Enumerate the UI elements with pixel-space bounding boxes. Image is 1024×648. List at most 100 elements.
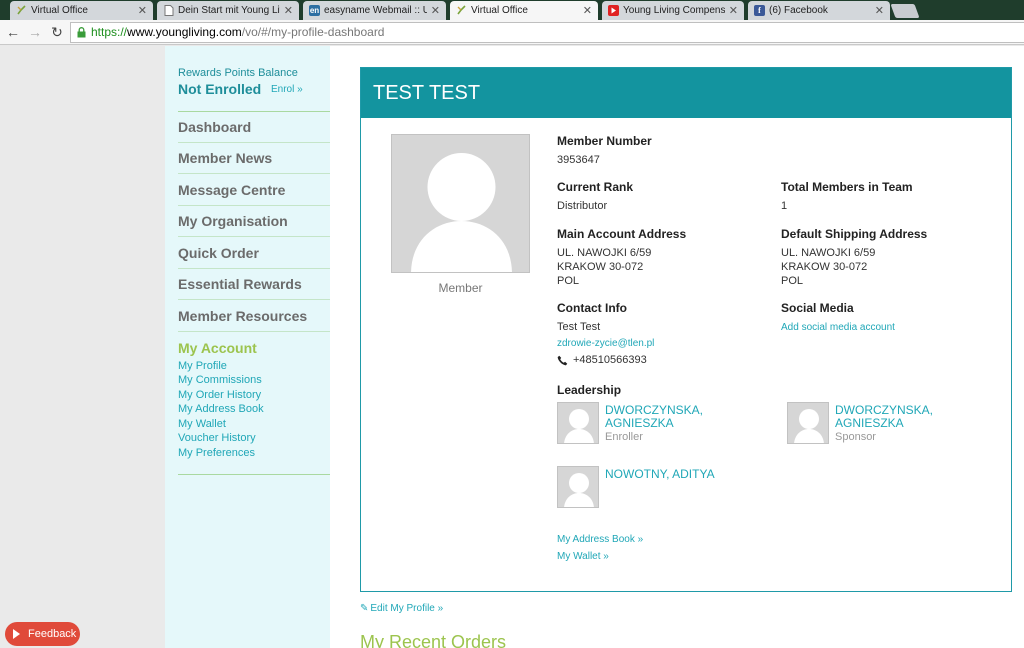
sidebar-item-member-news[interactable]: Member News: [178, 143, 330, 174]
leader-name[interactable]: AGNIESZKA: [605, 417, 674, 430]
feedback-button[interactable]: Feedback: [5, 622, 80, 646]
browser-tab[interactable]: en easyname Webmail :: Utw ✕: [303, 1, 446, 20]
contact-info-label: Contact Info: [557, 301, 627, 315]
sidebar-divider: [178, 474, 330, 475]
avatar-caption: Member: [438, 281, 483, 295]
contact-phone-number: +48510566393: [573, 354, 647, 366]
sidebar-sub-my-preferences[interactable]: My Preferences: [178, 447, 255, 459]
sidebar-sub-my-order-history[interactable]: My Order History: [178, 389, 261, 401]
sidebar-item-essential-rewards[interactable]: Essential Rewards: [178, 269, 330, 300]
main-address-line: POL: [557, 275, 580, 287]
leader-name[interactable]: AGNIESZKA: [835, 417, 904, 430]
easyname-icon: en: [309, 5, 320, 16]
phone-icon: [557, 355, 568, 365]
browser-tab[interactable]: Virtual Office ✕: [10, 1, 153, 20]
recent-orders-heading: My Recent Orders: [360, 632, 507, 648]
main-address-line: UL. NAWOJKI 6/59: [557, 247, 652, 259]
shipping-address-line: UL. NAWOJKI 6/59: [781, 247, 876, 259]
contact-name: Test Test: [557, 321, 601, 333]
browser-tab-bar: Virtual Office ✕ Dein Start mit Young Li…: [0, 0, 1024, 20]
close-icon[interactable]: ✕: [583, 4, 592, 17]
leader-name[interactable]: NOWOTNY, ADITYA: [605, 468, 715, 481]
back-arrow-icon[interactable]: ←: [5, 24, 21, 40]
my-wallet-link[interactable]: My Wallet »: [557, 551, 609, 562]
sidebar-sub-my-commissions[interactable]: My Commissions: [178, 374, 262, 386]
user-silhouette-icon: [564, 409, 594, 443]
sidebar-sub-my-wallet[interactable]: My Wallet: [178, 418, 226, 430]
sidebar-sub-my-address-book[interactable]: My Address Book: [178, 403, 264, 415]
browser-toolbar: ← → ↻ https://www.youngliving.com/vo/#/m…: [0, 20, 1024, 45]
shipping-address-line: KRAKOW 30-072: [781, 261, 868, 273]
contact-phone: +48510566393: [557, 354, 647, 366]
member-number-value: 3953647: [557, 154, 600, 166]
document-icon: [163, 5, 174, 16]
browser-tab[interactable]: Dein Start mit Young Living ✕: [157, 1, 299, 20]
browser-tab[interactable]: f (6) Facebook ✕: [748, 1, 890, 20]
reload-icon[interactable]: ↻: [49, 24, 65, 40]
shipping-address-label: Default Shipping Address: [781, 227, 928, 241]
social-media-label: Social Media: [781, 301, 854, 315]
contact-email-link[interactable]: zdrowie-zycie@tlen.pl: [557, 338, 654, 349]
feedback-label: Feedback: [28, 628, 77, 640]
url-protocol: https://: [91, 25, 128, 39]
tab-title: Young Living Compensation: [623, 5, 725, 16]
left-gutter: [0, 46, 165, 648]
leader-avatar[interactable]: [557, 402, 599, 444]
add-social-media-link[interactable]: Add social media account: [781, 322, 895, 333]
young-living-icon: [456, 5, 467, 16]
main-address-label: Main Account Address: [557, 227, 687, 241]
sidebar-item-quick-order[interactable]: Quick Order: [178, 238, 330, 269]
close-icon[interactable]: ✕: [284, 4, 293, 17]
edit-profile-label: Edit My Profile »: [370, 603, 444, 614]
rewards-status: Not Enrolled: [178, 81, 262, 97]
url-path: /vo/#/my-profile-dashboard: [241, 25, 385, 39]
close-icon[interactable]: ✕: [729, 4, 738, 17]
close-icon[interactable]: ✕: [875, 4, 884, 17]
member-number-label: Member Number: [557, 134, 652, 148]
address-bar[interactable]: https://www.youngliving.com/vo/#/my-prof…: [70, 22, 1024, 43]
young-living-icon: [16, 5, 27, 16]
page-content: Rewards Points Balance Not Enrolled Enro…: [0, 46, 1024, 648]
avatar: [391, 134, 530, 273]
profile-card: TEST TEST Member Member Number 3953647 C…: [360, 67, 1012, 592]
tab-title: Virtual Office: [471, 5, 528, 16]
close-icon[interactable]: ✕: [431, 4, 440, 17]
lock-icon: [77, 27, 86, 38]
close-icon[interactable]: ✕: [138, 4, 147, 17]
play-icon: [13, 629, 20, 639]
total-members-value: 1: [781, 200, 788, 212]
sidebar: Rewards Points Balance Not Enrolled Enro…: [165, 46, 330, 648]
main-address-line: KRAKOW 30-072: [557, 261, 644, 273]
edit-profile-link[interactable]: ✎ Edit My Profile »: [360, 603, 443, 614]
sidebar-item-message-centre[interactable]: Message Centre: [178, 175, 330, 206]
current-rank-value: Distributor: [557, 200, 608, 212]
leader-avatar[interactable]: [557, 466, 599, 508]
sidebar-sub-voucher-history[interactable]: Voucher History: [178, 432, 256, 444]
tab-title: easyname Webmail :: Utw: [324, 5, 427, 16]
current-rank-label: Current Rank: [557, 180, 634, 194]
sidebar-item-my-account[interactable]: My Account: [178, 340, 257, 356]
leader-avatar[interactable]: [787, 402, 829, 444]
tab-title: (6) Facebook: [769, 5, 828, 16]
browser-tab-active[interactable]: Virtual Office ✕: [450, 1, 598, 20]
browser-tab[interactable]: Young Living Compensation ✕: [602, 1, 744, 20]
profile-name-header: TEST TEST: [361, 68, 1011, 118]
sidebar-item-dashboard[interactable]: Dashboard: [178, 112, 330, 143]
leader-role: Sponsor: [835, 431, 876, 443]
new-tab-button[interactable]: [890, 4, 920, 18]
tab-title: Dein Start mit Young Living: [178, 5, 280, 16]
total-members-label: Total Members in Team: [781, 180, 913, 194]
sidebar-item-member-resources[interactable]: Member Resources: [178, 301, 330, 332]
user-silhouette-icon: [411, 153, 512, 272]
url-host: www.youngliving.com: [127, 25, 242, 39]
sidebar-sub-my-profile[interactable]: My Profile: [178, 360, 227, 372]
tab-title: Virtual Office: [31, 5, 88, 16]
rewards-label: Rewards Points Balance: [178, 67, 298, 79]
forward-arrow-icon[interactable]: →: [27, 24, 43, 40]
enrol-link[interactable]: Enrol »: [271, 84, 303, 95]
my-address-book-link[interactable]: My Address Book »: [557, 534, 643, 545]
leadership-label: Leadership: [557, 383, 622, 397]
user-silhouette-icon: [794, 409, 824, 443]
shipping-address-line: POL: [781, 275, 804, 287]
sidebar-item-my-organisation[interactable]: My Organisation: [178, 206, 330, 237]
